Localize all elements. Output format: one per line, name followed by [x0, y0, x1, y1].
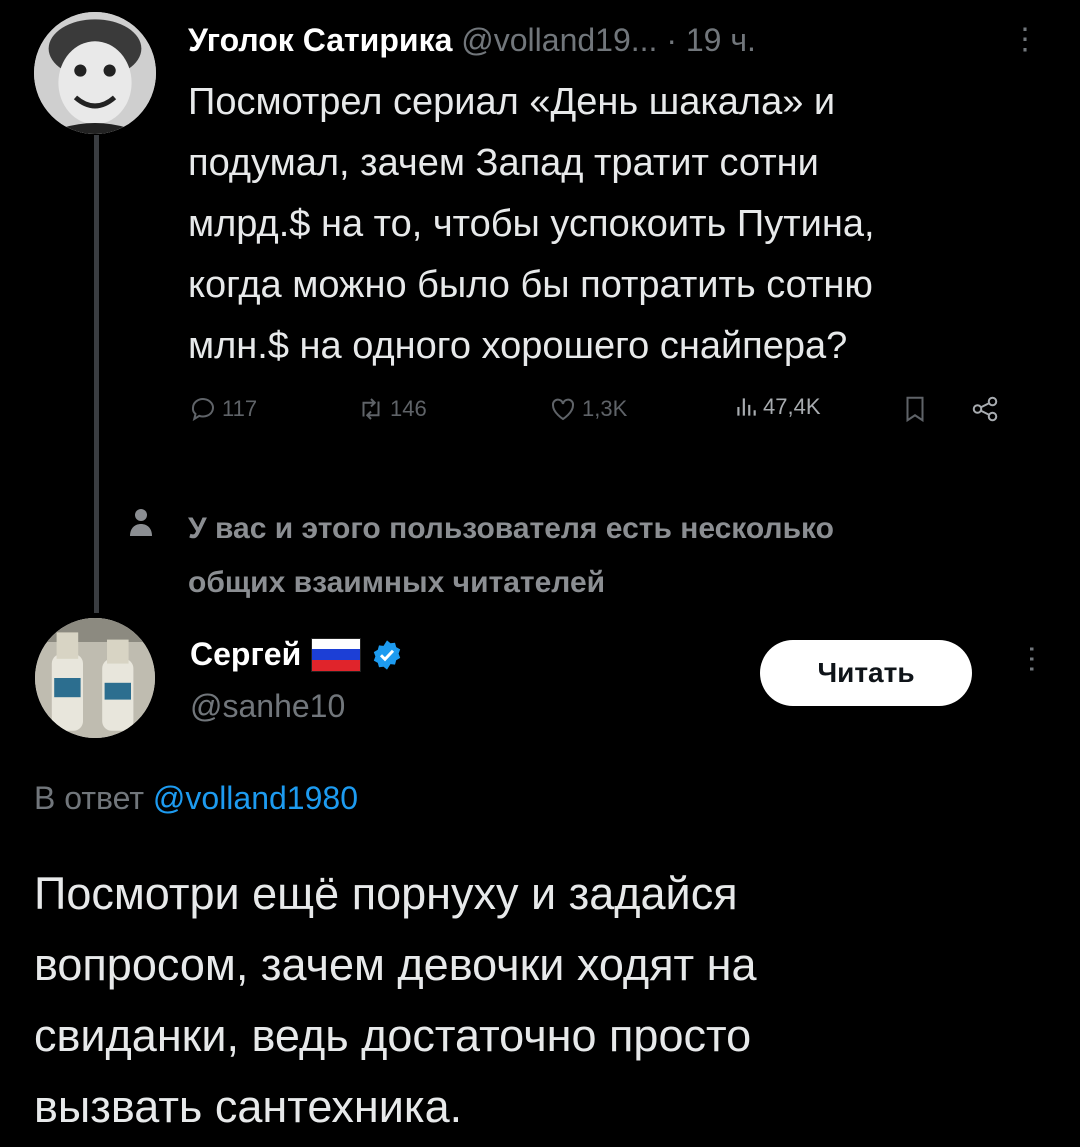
- tweet-header: Уголок Сатирика @volland19... · 19 ч.: [188, 22, 756, 59]
- more-options-icon[interactable]: ⋮: [1010, 22, 1040, 57]
- avatar[interactable]: [35, 618, 155, 738]
- tweet-actions: 117 146 1,3K 47,4K: [188, 394, 1048, 434]
- views-count: 47,4K: [763, 394, 821, 419]
- author-name[interactable]: Уголок Сатирика: [188, 22, 452, 58]
- tweet-text: Посмотрел сериал «День шакала» и подумал…: [188, 81, 875, 367]
- author-handle[interactable]: @volland19...: [461, 22, 657, 58]
- like-button[interactable]: 1,3K: [548, 394, 627, 424]
- header-separator: ·: [666, 22, 677, 58]
- user-name-row: Сергей: [190, 636, 403, 673]
- reply-icon: [191, 398, 214, 422]
- person-icon: [130, 509, 152, 536]
- more-options-icon[interactable]: ⋯: [1014, 644, 1049, 670]
- reply-text: Посмотри ещё порнуху и задайся вопросом,…: [34, 868, 757, 1132]
- reply-count: 117: [222, 396, 258, 421]
- tweet-time[interactable]: 19 ч.: [686, 22, 756, 58]
- retweet-icon: [362, 398, 380, 420]
- russia-flag-icon: [311, 637, 362, 672]
- share-icon: [972, 396, 998, 422]
- bookmark-button[interactable]: [900, 394, 934, 424]
- reply-mention-link[interactable]: @volland1980: [153, 780, 358, 816]
- follow-button[interactable]: Читать: [760, 640, 972, 706]
- like-count: 1,3K: [582, 396, 628, 421]
- heart-icon: [551, 398, 575, 421]
- avatar[interactable]: [34, 12, 156, 134]
- reply-context: В ответ @volland1980: [34, 780, 358, 817]
- bookmark-icon: [906, 396, 924, 423]
- user-handle[interactable]: @sanhe10: [190, 688, 345, 725]
- share-button[interactable]: [970, 394, 1004, 424]
- views-button[interactable]: 47,4K: [733, 394, 821, 420]
- mutual-followers-text: У вас и этого пользователя есть нескольк…: [188, 512, 834, 599]
- thread-line: [94, 135, 99, 613]
- user-name[interactable]: Сергей: [190, 636, 301, 673]
- reply-prefix: В ответ: [34, 780, 145, 816]
- verified-badge-icon: [374, 639, 401, 670]
- reply-button[interactable]: 117: [188, 394, 257, 424]
- retweet-button[interactable]: 146: [356, 394, 427, 424]
- retweet-count: 146: [390, 396, 427, 421]
- views-chart-icon: [737, 398, 756, 416]
